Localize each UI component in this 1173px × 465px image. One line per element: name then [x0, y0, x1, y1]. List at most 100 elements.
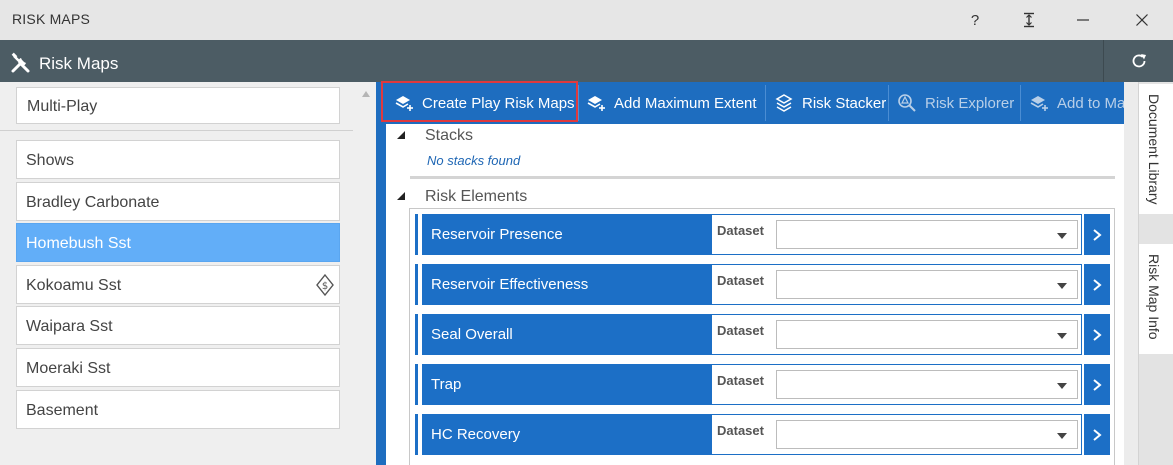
risk-element-name: Reservoir Presence [431, 226, 563, 243]
dataset-dropdown[interactable] [776, 370, 1078, 399]
expand-row-button[interactable] [1082, 314, 1110, 355]
expand-row-button[interactable] [1082, 264, 1110, 305]
chevron-right-icon [1093, 328, 1102, 341]
chevron-right-icon [1093, 228, 1102, 241]
play-item-label: Kokoamu Sst [26, 277, 122, 294]
play-selector[interactable]: Multi-Play [16, 87, 340, 124]
dock-icon [1024, 12, 1034, 28]
risk-element-row: Reservoir Presence Dataset [415, 214, 1110, 255]
dataset-label: Dataset [717, 323, 764, 338]
risk-stacker-label: Risk Stacker [802, 94, 887, 112]
close-button[interactable] [1119, 0, 1165, 40]
play-item-bradley-carbonate[interactable]: Bradley Carbonate [16, 182, 340, 221]
tools-icon [11, 52, 30, 73]
risk-element-row: Reservoir Effectiveness Dataset [415, 264, 1110, 305]
risk-element-name: Seal Overall [431, 326, 513, 343]
risk-element-row: Trap Dataset [415, 364, 1110, 405]
dataset-dropdown[interactable] [776, 320, 1078, 349]
play-list-divider [0, 130, 353, 131]
toolbar-separator [888, 85, 889, 121]
risk-element-name: HC Recovery [431, 426, 521, 443]
dataset-area: Dataset [712, 364, 1081, 405]
play-item-shows[interactable]: Shows [16, 140, 340, 179]
layers-add-icon [587, 96, 605, 111]
row-stripe [418, 364, 422, 405]
dollar-diamond-icon[interactable]: $ [316, 274, 334, 296]
help-icon: ? [970, 11, 980, 29]
row-stripe [418, 414, 422, 455]
play-list-scrollbar[interactable] [356, 82, 376, 465]
tab-document-library[interactable]: Document Library [1139, 84, 1173, 214]
collapse-stacks-icon[interactable] [397, 131, 405, 139]
row-stripe [418, 264, 422, 305]
play-item-label: Basement [26, 402, 99, 419]
section-divider [410, 176, 1115, 179]
risk-explorer-label: Risk Explorer [925, 94, 1015, 112]
dataset-label: Dataset [717, 273, 764, 288]
help-button[interactable]: ? [952, 0, 998, 40]
play-item-moeraki-sst[interactable]: Moeraki Sst [16, 348, 340, 387]
row-stripe [418, 214, 422, 255]
dataset-label: Dataset [717, 423, 764, 438]
chevron-right-icon [1093, 278, 1102, 291]
panel-header: Risk Maps [0, 40, 1173, 82]
chevron-right-icon [1093, 428, 1102, 441]
dataset-dropdown[interactable] [776, 220, 1078, 249]
dataset-area: Dataset [712, 314, 1081, 355]
chevron-down-icon [1057, 383, 1067, 389]
panel-title: Risk Maps [39, 54, 119, 73]
tab-document-library-label: Document Library [1146, 94, 1162, 205]
toolbar-separator [578, 85, 579, 121]
play-item-homebush-sst[interactable]: Homebush Sst [16, 223, 340, 262]
risk-explorer-button[interactable]: Risk Explorer [897, 82, 1014, 124]
chevron-down-icon [1057, 433, 1067, 439]
add-maximum-extent-button[interactable]: Add Maximum Extent [586, 82, 757, 124]
scroll-up-icon[interactable] [361, 90, 371, 98]
row-stripe [418, 314, 422, 355]
dock-button[interactable] [1006, 0, 1052, 40]
play-item-label: Moeraki Sst [26, 360, 111, 377]
dataset-dropdown[interactable] [776, 420, 1078, 449]
chevron-down-icon [1057, 333, 1067, 339]
stacks-empty-text: No stacks found [427, 153, 521, 168]
explorer-icon [898, 94, 916, 112]
play-item-label: Homebush Sst [26, 235, 131, 252]
dataset-area: Dataset [712, 414, 1081, 455]
play-item-label: Bradley Carbonate [26, 194, 160, 211]
chevron-right-icon [1093, 378, 1102, 391]
window-titlebar: RISK MAPS ? [0, 0, 1173, 40]
play-item-kokoamu-sst[interactable]: Kokoamu Sst $ [16, 265, 340, 304]
risk-stacker-button[interactable]: Risk Stacker [774, 82, 886, 124]
chevron-down-icon [1057, 283, 1067, 289]
play-item-basement[interactable]: Basement [16, 390, 340, 429]
play-item-label: Waipara Sst [26, 318, 113, 335]
refresh-button[interactable] [1103, 40, 1173, 82]
toolbar-separator [1020, 85, 1021, 121]
refresh-icon [1132, 54, 1146, 68]
play-item-label: Shows [26, 152, 75, 169]
risk-element-name: Trap [431, 376, 462, 393]
dataset-dropdown[interactable] [776, 270, 1078, 299]
add-to-map-label: Add to Map [1057, 94, 1134, 112]
toolbar-separator [765, 85, 766, 121]
dataset-label: Dataset [717, 373, 764, 388]
add-to-map-button[interactable]: Add to Map [1029, 82, 1134, 124]
tab-risk-map-info[interactable]: Risk Map Info [1139, 244, 1173, 354]
close-icon [1136, 14, 1148, 26]
expand-row-button[interactable] [1082, 364, 1110, 405]
add-maximum-extent-label: Add Maximum Extent [614, 94, 757, 112]
svg-text:$: $ [322, 281, 328, 292]
play-item-waipara-sst[interactable]: Waipara Sst [16, 306, 340, 345]
layers-add-icon [1030, 96, 1048, 111]
risk-element-row: HC Recovery Dataset [415, 414, 1110, 455]
dataset-area: Dataset [712, 264, 1081, 305]
collapse-risk-elements-icon[interactable] [397, 192, 405, 200]
dataset-label: Dataset [717, 223, 764, 238]
risk-element-row: Seal Overall Dataset [415, 314, 1110, 355]
expand-row-button[interactable] [1082, 414, 1110, 455]
highlight-outline [381, 81, 578, 122]
window-title: RISK MAPS [12, 11, 91, 27]
stack-icon [775, 94, 793, 112]
minimize-button[interactable] [1060, 0, 1106, 40]
expand-row-button[interactable] [1082, 214, 1110, 255]
